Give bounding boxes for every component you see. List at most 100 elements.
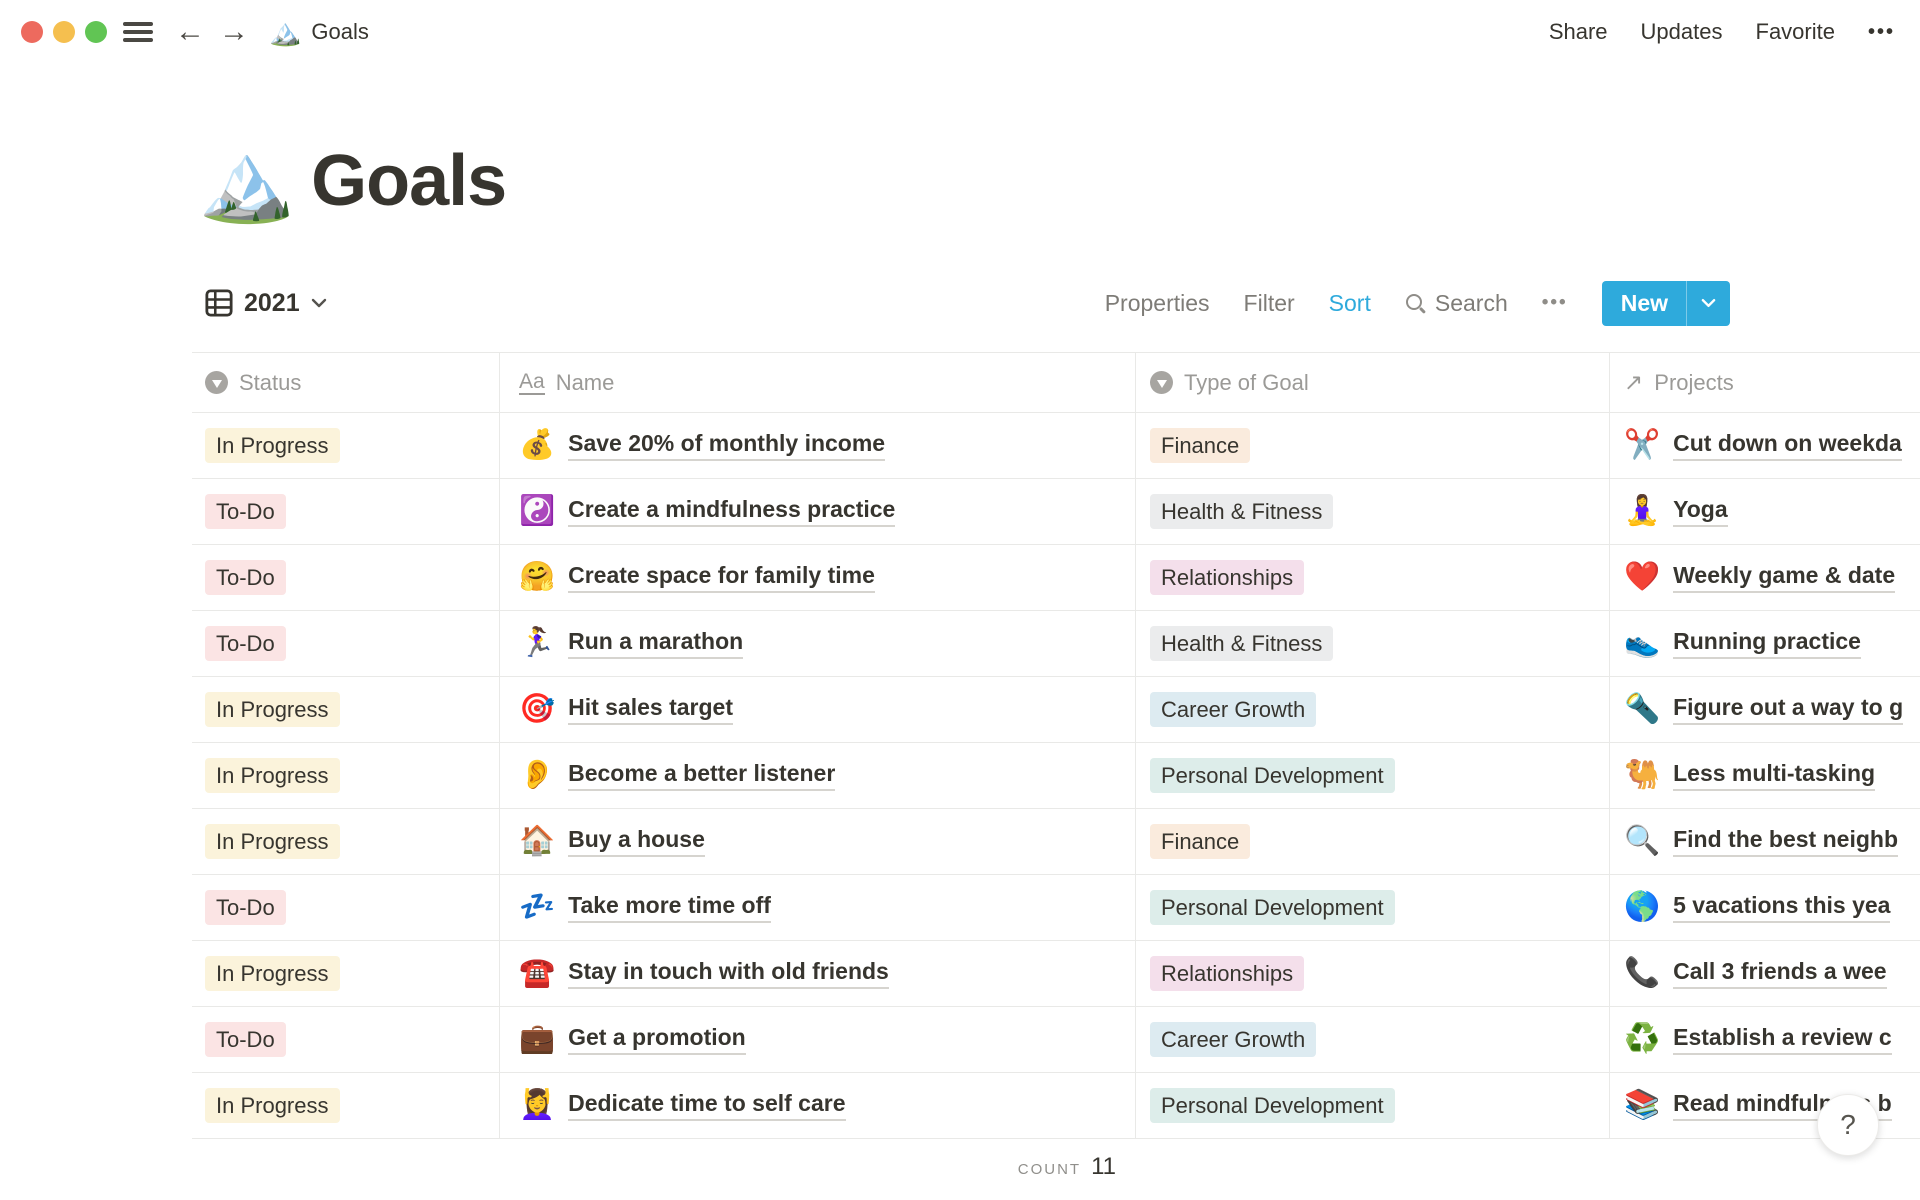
goal-page-link[interactable]: Run a marathon — [568, 628, 744, 659]
project-page-link[interactable]: Running practice — [1673, 628, 1861, 659]
search-button[interactable]: Search — [1405, 290, 1508, 317]
view-switcher[interactable]: 2021 — [205, 289, 327, 318]
status-badge[interactable]: To-Do — [205, 1021, 286, 1058]
name-cell[interactable]: 🏃‍♀️ Run a marathon — [500, 611, 1136, 676]
column-header-status[interactable]: Status — [192, 353, 500, 412]
project-cell[interactable]: ♻️ Establish a review c — [1610, 1007, 1920, 1072]
name-cell[interactable]: 👂 Become a better listener — [500, 743, 1136, 808]
updates-button[interactable]: Updates — [1641, 19, 1723, 45]
project-page-link[interactable]: Call 3 friends a wee — [1673, 958, 1887, 989]
sidebar-menu-icon[interactable] — [123, 20, 153, 44]
status-badge[interactable]: To-Do — [205, 559, 286, 596]
project-page-link[interactable]: Less multi-tasking — [1673, 760, 1876, 791]
project-cell[interactable]: 🧘‍♀️ Yoga — [1610, 479, 1920, 544]
yoga-lotus-icon: 🧘‍♀️ — [1624, 495, 1661, 527]
type-badge[interactable]: Career Growth — [1150, 691, 1317, 728]
status-badge[interactable]: In Progress — [205, 1087, 340, 1124]
project-page-link[interactable]: Weekly game & date — [1673, 562, 1896, 593]
favorite-button[interactable]: Favorite — [1756, 19, 1835, 45]
goal-page-link[interactable]: Become a better listener — [568, 760, 836, 791]
back-arrow-icon[interactable]: ← — [171, 17, 209, 47]
runner-icon: 🏃‍♀️ — [519, 627, 556, 659]
sort-button[interactable]: Sort — [1329, 290, 1371, 317]
new-dropdown-chevron-icon[interactable] — [1687, 281, 1730, 326]
project-page-link[interactable]: Find the best neighb — [1673, 826, 1898, 857]
help-button[interactable]: ? — [1817, 1094, 1879, 1156]
goal-page-link[interactable]: Create a mindfulness practice — [568, 496, 896, 527]
type-badge[interactable]: Relationships — [1150, 955, 1305, 992]
goal-page-link[interactable]: Take more time off — [568, 892, 771, 923]
status-badge[interactable]: In Progress — [205, 427, 340, 464]
name-cell[interactable]: ☎️ Stay in touch with old friends — [500, 941, 1136, 1006]
status-badge[interactable]: To-Do — [205, 889, 286, 926]
project-cell[interactable]: 👟 Running practice — [1610, 611, 1920, 676]
type-badge[interactable]: Personal Development — [1150, 757, 1395, 794]
zoom-window-button[interactable] — [85, 21, 107, 43]
name-cell[interactable]: 🎯 Hit sales target — [500, 677, 1136, 742]
status-badge[interactable]: To-Do — [205, 625, 286, 662]
type-badge[interactable]: Finance — [1150, 823, 1251, 860]
status-badge[interactable]: To-Do — [205, 493, 286, 530]
goal-page-link[interactable]: Buy a house — [568, 826, 705, 857]
new-button-label[interactable]: New — [1602, 281, 1686, 326]
project-cell[interactable]: 🌎 5 vacations this yea — [1610, 875, 1920, 940]
properties-button[interactable]: Properties — [1105, 290, 1210, 317]
table-row: In Progress 💆‍♀️ Dedicate time to self ca… — [192, 1073, 1920, 1139]
page-title[interactable]: Goals — [311, 144, 507, 220]
select-property-icon — [1150, 371, 1173, 394]
column-header-projects[interactable]: ↗ Projects — [1610, 353, 1920, 412]
breadcrumb[interactable]: 🏔️ Goals — [269, 19, 369, 45]
type-badge[interactable]: Health & Fitness — [1150, 625, 1334, 662]
goal-page-link[interactable]: Hit sales target — [568, 694, 734, 725]
table-count-footer: COUNT 11 — [192, 1140, 1136, 1194]
project-page-link[interactable]: Establish a review c — [1673, 1024, 1892, 1055]
status-badge[interactable]: In Progress — [205, 691, 340, 728]
project-cell[interactable]: 🐫 Less multi-tasking — [1610, 743, 1920, 808]
status-badge[interactable]: In Progress — [205, 823, 340, 860]
filter-button[interactable]: Filter — [1244, 290, 1295, 317]
name-cell[interactable]: 💤 Take more time off — [500, 875, 1136, 940]
close-window-button[interactable] — [21, 21, 43, 43]
yin-yang-icon: ☯️ — [519, 495, 556, 527]
name-cell[interactable]: 💰 Save 20% of monthly income — [500, 413, 1136, 478]
project-page-link[interactable]: Figure out a way to g — [1673, 694, 1904, 725]
type-badge[interactable]: Career Growth — [1150, 1021, 1317, 1058]
status-badge[interactable]: In Progress — [205, 757, 340, 794]
column-header-type-of-goal[interactable]: Type of Goal — [1136, 353, 1610, 412]
type-badge[interactable]: Relationships — [1150, 559, 1305, 596]
type-badge[interactable]: Health & Fitness — [1150, 493, 1334, 530]
project-cell[interactable]: ✂️ Cut down on weekda — [1610, 413, 1920, 478]
name-cell[interactable]: 🏠 Buy a house — [500, 809, 1136, 874]
project-cell[interactable]: 🔦 Figure out a way to g — [1610, 677, 1920, 742]
magnifying-glass-icon: 🔍 — [1624, 825, 1661, 857]
name-cell[interactable]: 🤗 Create space for family time — [500, 545, 1136, 610]
type-badge[interactable]: Personal Development — [1150, 1087, 1395, 1124]
project-cell[interactable]: ❤️ Weekly game & date — [1610, 545, 1920, 610]
new-button[interactable]: New — [1601, 280, 1730, 326]
project-cell[interactable]: 🔍 Find the best neighb — [1610, 809, 1920, 874]
name-cell[interactable]: ☯️ Create a mindfulness practice — [500, 479, 1136, 544]
goal-page-link[interactable]: Stay in touch with old friends — [568, 958, 889, 989]
project-page-link[interactable]: 5 vacations this yea — [1673, 892, 1891, 923]
project-page-link[interactable]: Yoga — [1673, 496, 1728, 527]
type-badge[interactable]: Finance — [1150, 427, 1251, 464]
toolbar-more-icon[interactable]: ••• — [1542, 292, 1568, 314]
goal-page-link[interactable]: Create space for family time — [568, 562, 875, 593]
project-cell[interactable]: 📞 Call 3 friends a wee — [1610, 941, 1920, 1006]
name-cell[interactable]: 💆‍♀️ Dedicate time to self care — [500, 1073, 1136, 1138]
page-icon-mountain[interactable]: 🏔️ — [198, 142, 295, 220]
forward-arrow-icon[interactable]: → — [215, 17, 253, 47]
minimize-window-button[interactable] — [53, 21, 75, 43]
project-page-link[interactable]: Cut down on weekda — [1673, 430, 1902, 461]
goal-page-link[interactable]: Save 20% of monthly income — [568, 430, 886, 461]
globe-icon: 🌎 — [1624, 891, 1661, 923]
column-header-name[interactable]: Aa Name — [500, 353, 1136, 412]
goal-page-link[interactable]: Get a promotion — [568, 1024, 746, 1055]
goal-page-link[interactable]: Dedicate time to self care — [568, 1090, 846, 1121]
name-cell[interactable]: 💼 Get a promotion — [500, 1007, 1136, 1072]
share-button[interactable]: Share — [1549, 19, 1608, 45]
status-badge[interactable]: In Progress — [205, 955, 340, 992]
type-badge[interactable]: Personal Development — [1150, 889, 1395, 926]
more-options-icon[interactable]: ••• — [1868, 21, 1895, 44]
table-row: In Progress 🏠 Buy a house Finance 🔍 Find t… — [192, 809, 1920, 875]
